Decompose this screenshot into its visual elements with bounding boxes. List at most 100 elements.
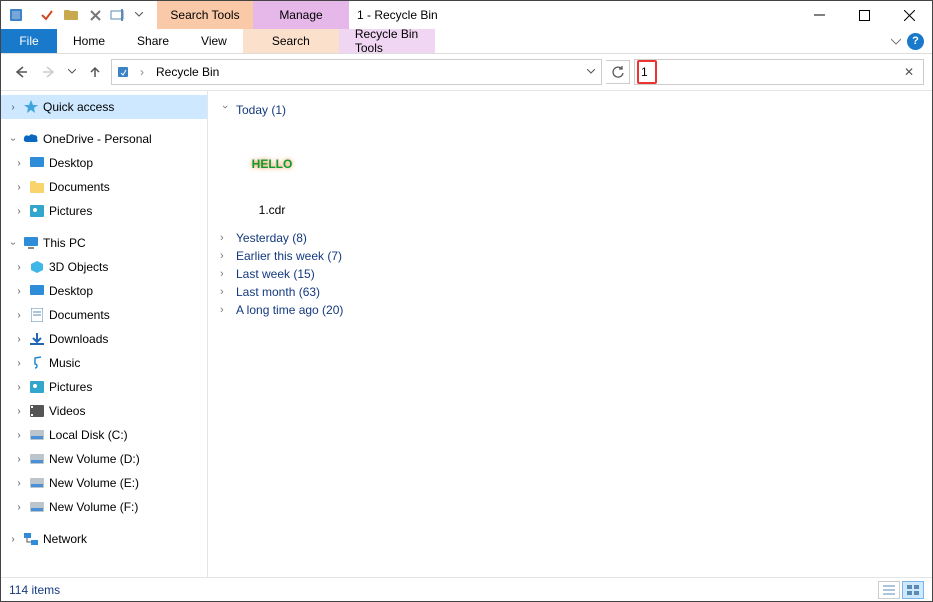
file-item[interactable]: HELLO HELLO 1.cdr [228, 131, 316, 217]
downloads-icon [29, 331, 45, 347]
ribbon-collapse-icon[interactable] [891, 37, 901, 45]
documents-icon [29, 307, 45, 323]
thumbnails-view-button[interactable] [902, 581, 924, 599]
sidebar-item-videos[interactable]: ›Videos [1, 399, 207, 423]
sidebar-item-label: 3D Objects [49, 260, 108, 274]
sidebar-item-downloads[interactable]: ›Downloads [1, 327, 207, 351]
sidebar-item-label: New Volume (E:) [49, 476, 139, 490]
sidebar-item-label: Downloads [49, 332, 108, 346]
chevron-right-icon[interactable]: › [7, 102, 19, 113]
qat-delete-icon[interactable] [84, 4, 106, 26]
tab-share[interactable]: Share [121, 29, 185, 53]
minimize-button[interactable] [797, 1, 842, 29]
sidebar-item-label: Desktop [49, 156, 93, 170]
item-count: 114 items [9, 583, 60, 597]
sidebar-item-new-volume-d[interactable]: ›New Volume (D:) [1, 447, 207, 471]
group-today[interactable]: ›Today (1) [220, 103, 920, 117]
tab-home[interactable]: Home [57, 29, 121, 53]
sidebar-item-local-disk-c[interactable]: ›Local Disk (C:) [1, 423, 207, 447]
details-view-button[interactable] [878, 581, 900, 599]
sidebar-item-label: Music [49, 356, 80, 370]
address-dropdown-icon[interactable] [583, 69, 599, 75]
sidebar-item-network[interactable]: › Network [1, 527, 207, 551]
recent-locations-icon[interactable] [65, 60, 79, 84]
refresh-button[interactable] [606, 60, 630, 84]
videos-icon [29, 403, 45, 419]
sidebar-item-od-pictures[interactable]: ›Pictures [1, 199, 207, 223]
pictures-icon [29, 379, 45, 395]
close-button[interactable] [887, 1, 932, 29]
sidebar-item-od-documents[interactable]: ›Documents [1, 175, 207, 199]
sidebar-item-label: New Volume (D:) [49, 452, 140, 466]
drive-icon [29, 451, 45, 467]
sidebar-item-new-volume-e[interactable]: ›New Volume (E:) [1, 471, 207, 495]
clear-search-icon[interactable]: ✕ [901, 65, 917, 79]
maximize-button[interactable] [842, 1, 887, 29]
context-tab-manage[interactable]: Manage [253, 1, 349, 29]
chevron-down-icon: › [219, 105, 231, 115]
contextual-tab-headers: Search Tools Manage [157, 1, 349, 29]
file-thumbnail: HELLO HELLO [228, 131, 316, 195]
group-yesterday[interactable]: ›Yesterday (8) [220, 231, 920, 245]
pictures-icon [29, 203, 45, 219]
qat-rename-icon[interactable] [108, 4, 130, 26]
drive-icon [29, 427, 45, 443]
sidebar-item-3d-objects[interactable]: ›3D Objects [1, 255, 207, 279]
sidebar-item-label: OneDrive - Personal [43, 132, 152, 146]
sidebar-item-onedrive[interactable]: › OneDrive - Personal [1, 127, 207, 151]
3d-icon [29, 259, 45, 275]
group-last-month[interactable]: ›Last month (63) [220, 285, 920, 299]
navigation-pane[interactable]: › Quick access › OneDrive - Personal ›De… [1, 91, 208, 577]
chevron-right-icon: › [220, 232, 230, 244]
quick-access-toolbar [1, 1, 157, 29]
sidebar-item-pictures[interactable]: ›Pictures [1, 375, 207, 399]
search-input[interactable] [641, 65, 901, 79]
group-last-week[interactable]: ›Last week (15) [220, 267, 920, 281]
drive-icon [29, 475, 45, 491]
context-tab-search-tools[interactable]: Search Tools [157, 1, 253, 29]
sidebar-item-od-desktop[interactable]: ›Desktop [1, 151, 207, 175]
content-area[interactable]: ›Today (1) HELLO HELLO 1.cdr ›Yesterday … [208, 91, 932, 577]
qat-properties-icon[interactable] [36, 4, 58, 26]
tab-recycle-bin-tools[interactable]: Recycle Bin Tools [339, 29, 435, 53]
sidebar-item-label: Pictures [49, 380, 92, 394]
file-tab[interactable]: File [1, 29, 57, 53]
app-icon[interactable] [5, 4, 27, 26]
search-box[interactable]: ✕ [634, 59, 924, 85]
window-controls [797, 1, 932, 29]
sidebar-item-label: Quick access [43, 100, 114, 114]
sidebar-item-music[interactable]: ›Music [1, 351, 207, 375]
svg-text:HELLO: HELLO [252, 157, 293, 171]
qat-new-folder-icon[interactable] [60, 4, 82, 26]
chevron-down-icon[interactable]: › [8, 133, 19, 145]
chevron-right-icon: › [220, 286, 230, 298]
file-name: 1.cdr [259, 203, 286, 217]
chevron-down-icon[interactable]: › [8, 237, 19, 249]
chevron-right-icon: › [220, 268, 230, 280]
sidebar-item-desktop[interactable]: ›Desktop [1, 279, 207, 303]
group-earlier-this-week[interactable]: ›Earlier this week (7) [220, 249, 920, 263]
breadcrumb-location[interactable]: Recycle Bin [152, 65, 223, 79]
back-button[interactable] [9, 60, 33, 84]
sidebar-item-label: Pictures [49, 204, 92, 218]
forward-button[interactable] [37, 60, 61, 84]
tab-view[interactable]: View [185, 29, 243, 53]
help-icon[interactable]: ? [907, 33, 924, 50]
sidebar-item-quick-access[interactable]: › Quick access [1, 95, 207, 119]
sidebar-item-documents[interactable]: ›Documents [1, 303, 207, 327]
group-a-long-time-ago[interactable]: ›A long time ago (20) [220, 303, 920, 317]
chevron-right-icon[interactable]: › [7, 534, 19, 545]
sidebar-item-label: Documents [49, 308, 110, 322]
sidebar-item-new-volume-f[interactable]: ›New Volume (F:) [1, 495, 207, 519]
address-bar[interactable]: › Recycle Bin [111, 59, 602, 85]
up-button[interactable] [83, 60, 107, 84]
recycle-bin-icon [114, 63, 132, 81]
sidebar-item-this-pc[interactable]: › This PC [1, 231, 207, 255]
tab-search[interactable]: Search [243, 29, 339, 53]
sidebar-item-label: Desktop [49, 284, 93, 298]
desktop-icon [29, 155, 45, 171]
title-bar: Search Tools Manage 1 - Recycle Bin [1, 1, 932, 29]
drive-icon [29, 499, 45, 515]
breadcrumb-separator: › [136, 65, 148, 79]
qat-dropdown-icon[interactable] [132, 4, 146, 26]
